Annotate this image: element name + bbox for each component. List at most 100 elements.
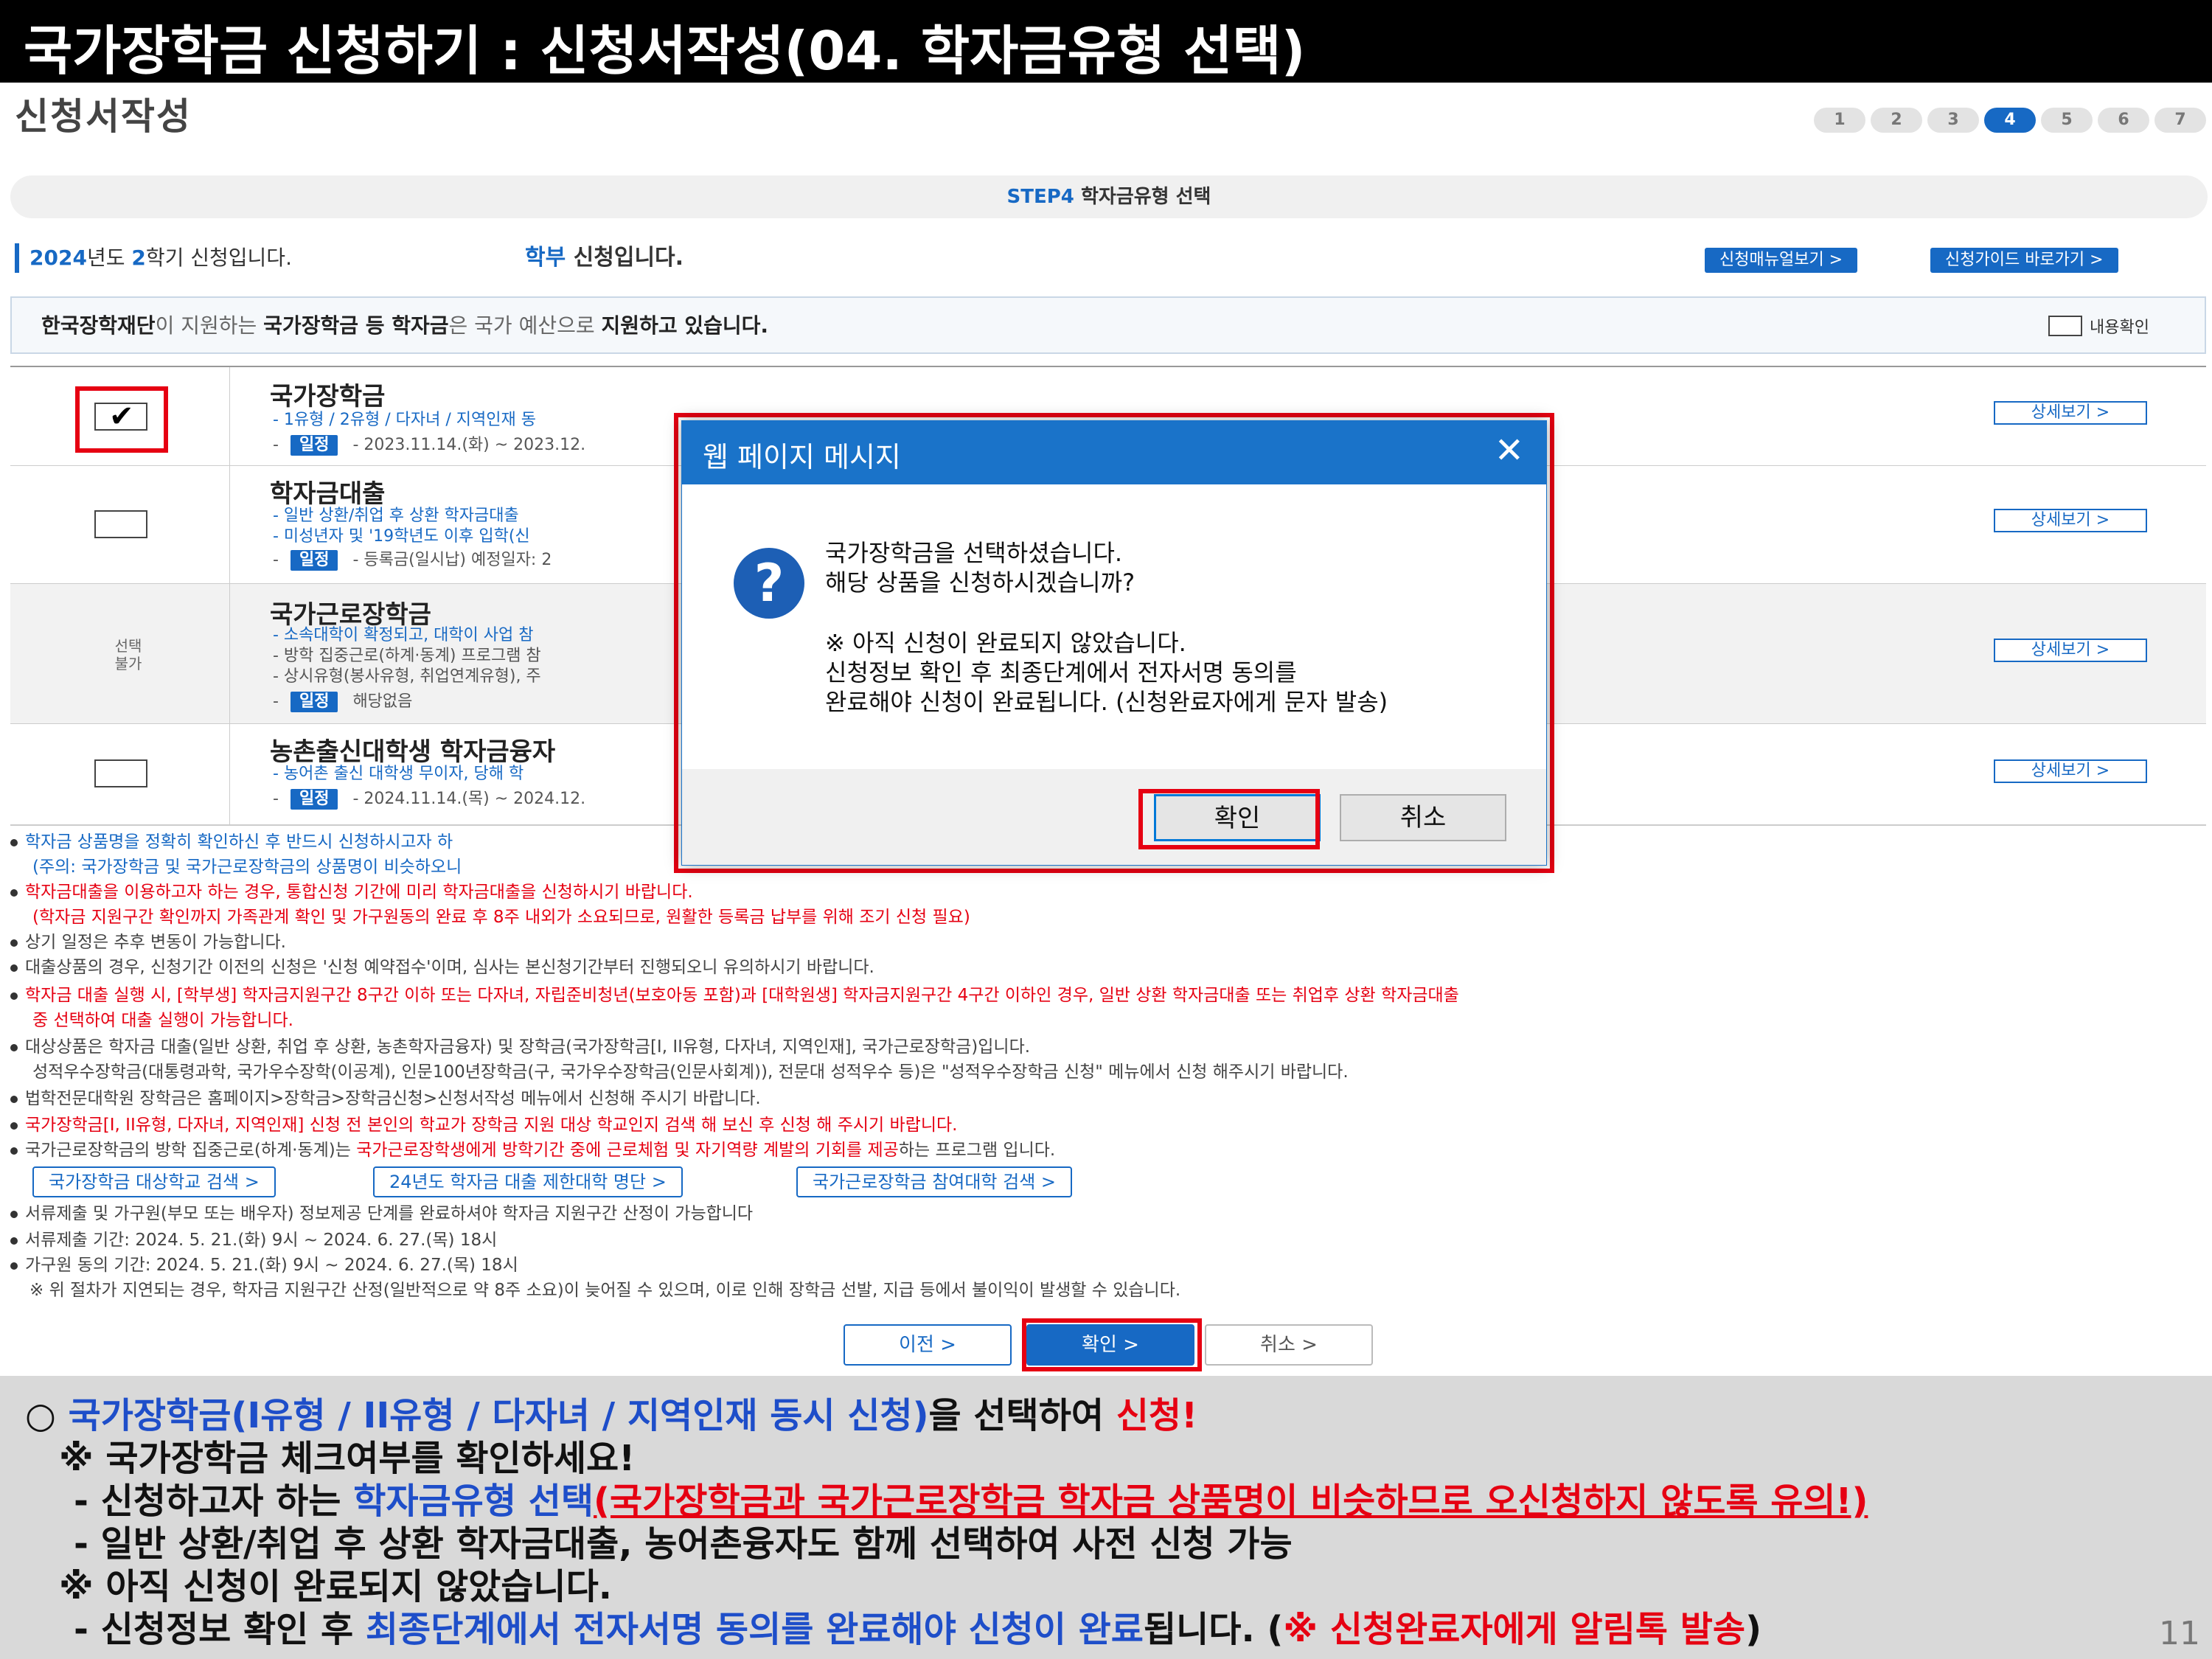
note-text: 대출상품의 경우, 신청기간 이전의 신청은 '신청 예약접수'이며, 심사는 … (25, 958, 874, 977)
schedule-text: - 2023.11.14.(화) ~ 2023.12. (352, 436, 586, 454)
prev-button[interactable]: 이전 > (844, 1324, 1012, 1366)
note: 학자금 상품명을 정확히 확인하신 후 반드시 신청하시고자 하 (10, 831, 453, 853)
summary-text: 됩니다. ( (1143, 1609, 1284, 1650)
step-6: 6 (2098, 108, 2149, 133)
step-4-active: 4 (1984, 108, 2036, 133)
note: 중 선택하여 대출 실행이 가능합니다. (32, 1011, 293, 1030)
note-text: 학자금 상품명을 정확히 확인하신 후 반드시 신청하시고자 하 (25, 832, 453, 852)
page-title: 신청서작성 (15, 95, 192, 138)
confirm-dialog: 웹 페이지 메시지 ✕ ? 국가장학금을 선택하셨습니다. 해당 상품을 신청하… (681, 420, 1547, 866)
note-highlight: 국가근로장학생에게 방학기간 중에 근로체험 및 자기역량 계발의 기회를 제공 (356, 1141, 899, 1160)
note-text: 서류제출 및 가구원(부모 또는 배우자) 정보제공 단계를 완료하셔야 학자금… (25, 1204, 754, 1223)
product-schedule: - 일정 - 2023.11.14.(화) ~ 2023.12. (273, 435, 586, 456)
step-banner: STEP4 학자금유형 선택 (10, 175, 2208, 218)
product-desc: - 1유형 / 2유형 / 다자녀 / 지역인재 동 (273, 411, 536, 429)
detail-button[interactable]: 상세보기 > (1994, 401, 2147, 425)
cancel-button[interactable]: 취소 > (1205, 1324, 1373, 1366)
confirm-checkbox[interactable] (2048, 316, 2082, 336)
product-schedule: - 일정 - 2024.11.14.(목) ~ 2024.12. (273, 789, 586, 810)
product-desc: - 미성년자 및 '19학년도 이후 입학(신 (273, 527, 530, 546)
schedule-text: - 2024.11.14.(목) ~ 2024.12. (352, 790, 586, 808)
detail-button[interactable]: 상세보기 > (1994, 509, 2147, 532)
level-value: 학부 (525, 245, 566, 271)
product-desc: - 소속대학이 확정되고, 대학이 사업 참 (273, 626, 534, 644)
summary-emphasis: 신청! (1116, 1395, 1197, 1436)
rural-loan-checkbox[interactable] (94, 759, 147, 787)
note-text: 학자금 대출 실행 시, [학부생] 학자금지원구간 8구간 이하 또는 다자녀… (25, 986, 1459, 1005)
note: 가구원 동의 기간: 2024. 5. 21.(화) 9시 ~ 2024. 6.… (10, 1254, 518, 1276)
bullet-icon (10, 939, 18, 947)
dialog-cancel-button[interactable]: 취소 (1340, 794, 1506, 841)
level-info: 학부 신청입니다. (525, 243, 684, 273)
manual-button[interactable]: 신청매뉴얼보기 > (1705, 248, 1858, 273)
summary-line: - 신청정보 확인 후 최종단계에서 전자서명 동의를 완료해야 신청이 완료됩… (74, 1600, 1761, 1652)
step-1: 1 (1814, 108, 1865, 133)
semester-value: 2 (131, 246, 146, 270)
notice-bar: 한국장학재단이 지원하는 국가장학금 등 학자금은 국가 예산으로 지원하고 있… (10, 296, 2206, 354)
note-text: 하는 프로그램 입니다. (898, 1141, 1056, 1160)
note-text: 학자금대출을 이용하고자 하는 경우, 통합신청 기간에 미리 학자금대출을 신… (25, 883, 693, 902)
bullet-icon (10, 838, 18, 846)
bullet-icon (10, 1262, 18, 1270)
bullet-icon (10, 992, 18, 1000)
note: 성적우수장학금(대통령과학, 국가우수장학(이공계), 인문100년장학금(구,… (32, 1062, 1349, 1082)
schedule-tag: 일정 (290, 435, 338, 456)
note: 국가근로장학금의 방학 집중근로(하계·동계)는 국가근로장학생에게 방학기간 … (10, 1139, 1055, 1161)
dialog-message: 완료해야 신청이 완료됩니다. (신청완료자에게 문자 발송) (825, 688, 1388, 716)
note: (주의: 국가장학금 및 국가근로장학금의 상품명이 비슷하오니 (32, 858, 462, 877)
detail-button[interactable]: 상세보기 > (1994, 759, 2147, 783)
loan-restricted-list-button[interactable]: 24년도 학자금 대출 제한대학 명단 > (373, 1166, 683, 1197)
bullet-icon (10, 888, 18, 897)
summary-text: 을 선택하여 (928, 1395, 1116, 1436)
schedule-tag: 일정 (290, 692, 338, 712)
step-3: 3 (1927, 108, 1979, 133)
step-5: 5 (2041, 108, 2093, 133)
note: 서류제출 기간: 2024. 5. 21.(화) 9시 ~ 2024. 6. 2… (10, 1229, 497, 1251)
note-text: 대상상품은 학자금 대출(일반 상환, 취업 후 상환, 농촌학자금융자) 및 … (25, 1037, 1031, 1057)
summary-highlight: 최종단계에서 전자서명 동의를 완료해야 신청이 완료 (365, 1609, 1144, 1650)
note: (학자금 지원구간 확인까지 가족관계 확인 및 가구원동의 완료 후 8주 내… (32, 908, 970, 927)
product-schedule: - 일정 - 등록금(일시납) 예정일자: 2 (273, 550, 552, 571)
note: 학자금 대출 실행 시, [학부생] 학자금지원구간 8구간 이하 또는 다자녀… (10, 984, 1459, 1006)
note: 법학전문대학원 장학금은 홈페이지>장학금>장학금신청>신청서작성 메뉴에서 신… (10, 1088, 761, 1110)
note-text: 국가근로장학금의 방학 집중근로(하계·동계)는 (25, 1141, 357, 1160)
year-value: 2024 (29, 246, 87, 270)
step-label: 학자금유형 선택 (1080, 186, 1211, 208)
notice-item: 국가장학금 등 학자금 (263, 313, 449, 338)
note-text: 국가장학금[I, II유형, 다자녀, 지역인재] 신청 전 본인의 학교가 장… (25, 1116, 958, 1135)
level-suffix: 신청입니다. (566, 245, 684, 271)
detail-button[interactable]: 상세보기 > (1994, 639, 2147, 662)
step-2: 2 (1871, 108, 1922, 133)
note-text: 서류제출 기간: 2024. 5. 21.(화) 9시 ~ 2024. 6. 2… (25, 1231, 498, 1250)
product-desc: - 상시유형(봉사유형, 취업연계유형), 주 (273, 667, 541, 686)
product-desc: - 농어촌 출신 대학생 무이자, 당해 학 (273, 765, 524, 783)
summary-text: ) (1745, 1609, 1761, 1650)
bullet-icon (10, 1147, 18, 1155)
note: 국가장학금[I, II유형, 다자녀, 지역인재] 신청 전 본인의 학교가 장… (10, 1114, 957, 1136)
notice-org: 한국장학재단 (41, 313, 156, 338)
guide-button[interactable]: 신청가이드 바로가기 > (1930, 248, 2118, 273)
note: ※ 위 절차가 지연되는 경우, 학자금 지원구간 산정(일반적으로 약 8주 … (29, 1281, 1181, 1300)
student-loan-checkbox[interactable] (94, 510, 147, 538)
semester-info: 2024년도 2학기 신청입니다. (15, 243, 292, 273)
bullet-icon (10, 1095, 18, 1103)
work-scholarship-school-button[interactable]: 국가근로장학금 참여대학 검색 > (796, 1166, 1073, 1197)
dialog-footer: 확인 취소 (682, 769, 1546, 865)
note-text: 법학전문대학원 장학금은 홈페이지>장학금>장학금신청>신청서작성 메뉴에서 신… (25, 1089, 761, 1108)
confirm-label: 내용확인 (2090, 319, 2149, 337)
slide-header: 국가장학금 신청하기 : 신청서작성(04. 학자금유형 선택) (0, 0, 2212, 83)
notice-end: 지원하고 있습니다. (601, 313, 769, 338)
highlight-box (1022, 1318, 1202, 1371)
highlight-box (1138, 789, 1320, 849)
school-search-button[interactable]: 국가장학금 대상학교 검색 > (32, 1166, 276, 1197)
note-text: 상기 일정은 추후 변동이 가능합니다. (25, 933, 286, 952)
year-suffix: 년도 (86, 246, 132, 270)
note-text: 가구원 동의 기간: 2024. 5. 21.(화) 9시 ~ 2024. 6.… (25, 1256, 518, 1275)
product-desc: - 방학 집중근로(하계·동계) 프로그램 참 (273, 647, 541, 665)
bullet-icon (10, 964, 18, 972)
note: 서류제출 및 가구원(부모 또는 배우자) 정보제공 단계를 완료하셔야 학자금… (10, 1203, 753, 1225)
note: 대상상품은 학자금 대출(일반 상환, 취업 후 상환, 농촌학자금융자) 및 … (10, 1036, 1030, 1058)
bullet-icon (10, 1043, 18, 1051)
close-icon[interactable]: ✕ (1495, 430, 1524, 471)
product-schedule: - 일정 해당없음 (273, 692, 413, 712)
